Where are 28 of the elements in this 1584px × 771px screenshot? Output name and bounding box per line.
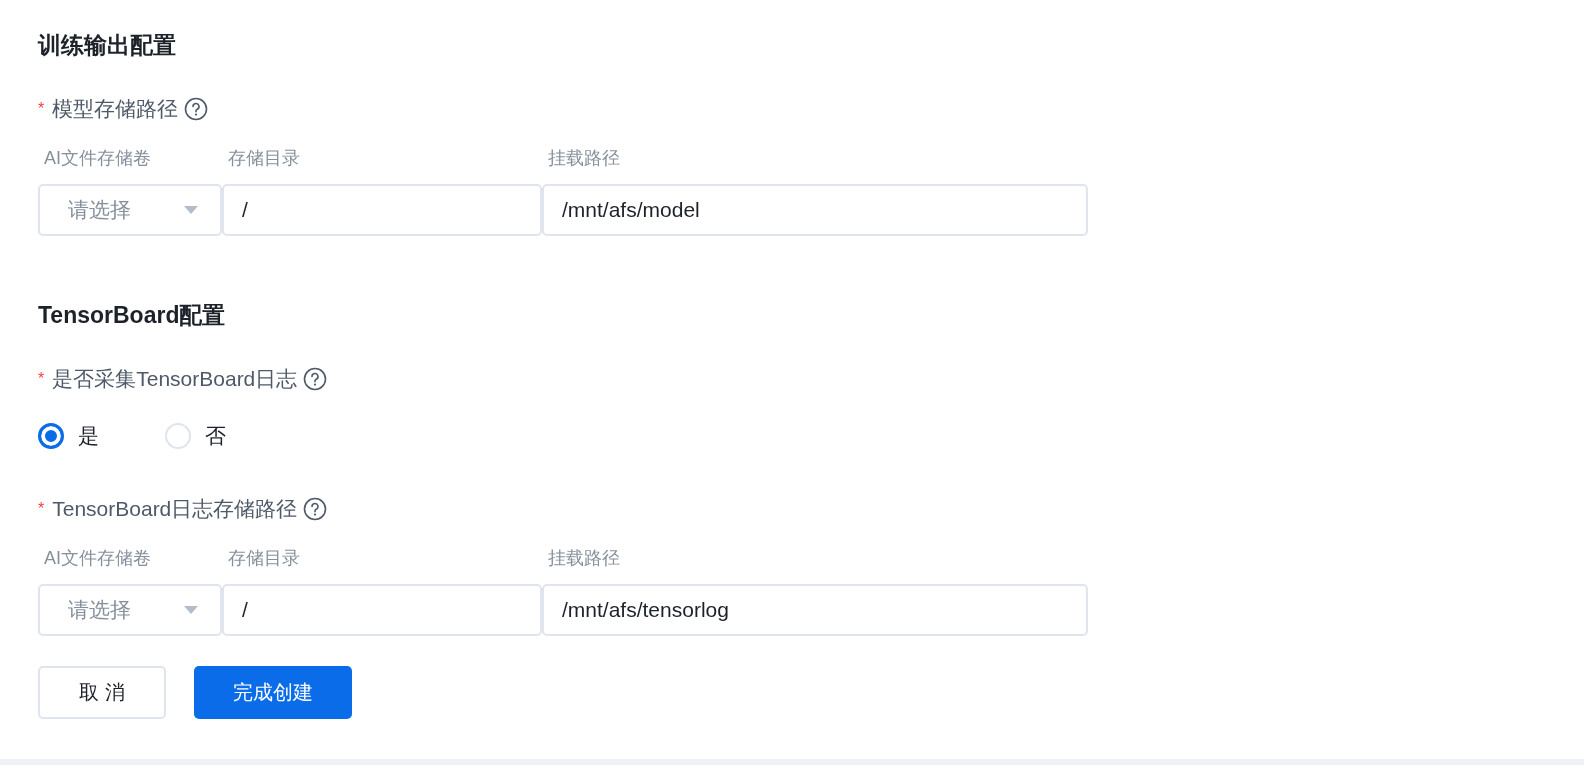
directory-input[interactable]: / [222,184,542,236]
help-icon[interactable] [184,97,209,121]
section-title: TensorBoard配置 [38,301,227,330]
field-label: 是否采集TensorBoard日志 [52,366,298,392]
create-button[interactable]: 完成创建 [194,666,352,719]
help-icon[interactable] [303,367,328,391]
caret-icon [184,606,198,614]
mount-path-input[interactable]: /mnt/afs/model [542,184,1088,236]
column-header: AI文件存储卷 [43,547,152,570]
column-header: 存储目录 [227,147,301,170]
required-mark: * [38,370,45,388]
column-header: 挂载路径 [547,547,621,570]
required-mark: * [38,100,45,118]
caret-icon [184,206,198,214]
radio-label[interactable]: 是 [78,422,99,450]
radio-button[interactable] [38,423,64,449]
help-icon[interactable] [303,497,328,521]
radio-label[interactable]: 否 [205,422,226,450]
field-label: 模型存储路径 [52,96,179,122]
mount-path-input[interactable]: /mnt/afs/tensorlog [542,584,1088,636]
required-mark: * [38,500,45,518]
column-header: 存储目录 [227,547,301,570]
section-title: 训练输出配置 [38,31,177,60]
directory-input[interactable]: / [222,584,542,636]
field-label: TensorBoard日志存储路径 [52,496,298,522]
column-header: 挂载路径 [547,147,621,170]
column-header: AI文件存储卷 [43,147,152,170]
cancel-button[interactable]: 取 消 [38,666,166,719]
